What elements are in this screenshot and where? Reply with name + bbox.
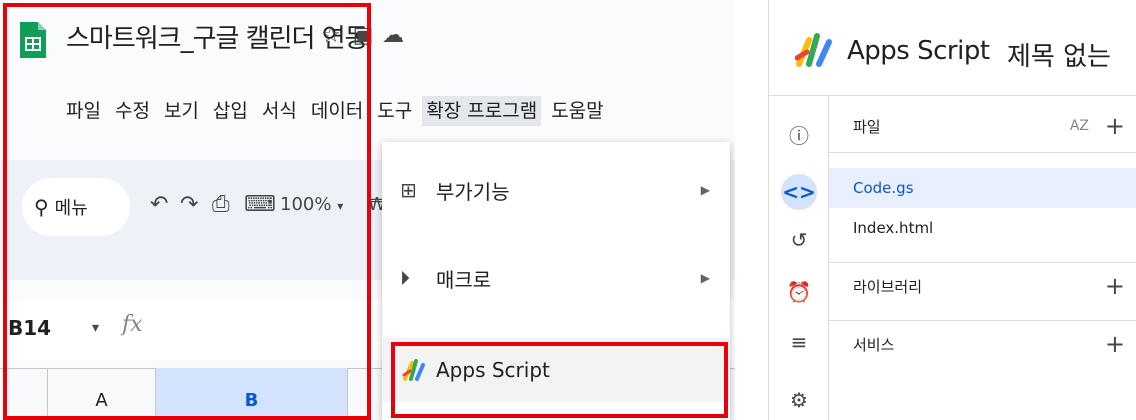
menu-search-button[interactable]: ⚲ 메뉴 (22, 178, 130, 236)
menu-extensions[interactable]: 확장 프로그램 (422, 96, 542, 126)
redo-icon[interactable]: ↷ (180, 192, 198, 217)
libraries-section: 라이브러리 + (829, 266, 1136, 306)
name-box-dropdown-icon[interactable]: ▾ (92, 320, 99, 336)
services-section: 서비스 + (829, 324, 1136, 364)
star-icon[interactable]: ☆ (318, 22, 344, 48)
menu-view[interactable]: 보기 (164, 96, 199, 126)
submenu-arrow-icon: ▶ (700, 271, 710, 285)
column-header-a[interactable]: A (48, 368, 156, 420)
apps-script-window: Apps Script 제목 없는 ⓘ <> ↺ ⏰ ≡ ⚙ 파일 AZ + C… (768, 0, 1136, 420)
services-label: 서비스 (853, 335, 895, 354)
menu-search-label: 메뉴 (54, 198, 88, 219)
add-file-icon[interactable]: + (1105, 112, 1125, 140)
column-header-b[interactable]: B (156, 368, 348, 420)
fx-icon: fx (122, 312, 143, 337)
menu-file[interactable]: 파일 (66, 96, 101, 126)
print-icon[interactable]: ⎙ (212, 192, 230, 217)
menu-bar: 파일 수정 보기 삽입 서식 데이터 도구 확장 프로그램 도움말 (66, 96, 618, 126)
menu-item-addons[interactable]: ⊞ 부가기능 ▶ (382, 158, 730, 222)
files-header: 파일 AZ + (829, 106, 1136, 146)
menu-item-macros-label: 매크로 (436, 267, 492, 292)
project-title[interactable]: 제목 없는 (1007, 36, 1111, 73)
menu-data[interactable]: 데이터 (311, 96, 363, 126)
chevron-down-icon: ▾ (337, 199, 344, 213)
menu-tools[interactable]: 도구 (377, 96, 412, 126)
history-icon[interactable]: ↺ (781, 222, 817, 258)
paint-format-icon[interactable]: ⌨ (244, 192, 276, 217)
add-library-icon[interactable]: + (1105, 272, 1125, 300)
divider (829, 262, 1136, 263)
name-box[interactable]: B14 (8, 316, 51, 340)
file-item-code-gs[interactable]: Code.gs (829, 168, 1136, 208)
menu-item-apps-script-label: Apps Script (436, 358, 550, 382)
menu-edit[interactable]: 수정 (115, 96, 150, 126)
search-icon: ⚲ (34, 195, 49, 219)
apps-script-icon (402, 359, 425, 381)
info-icon[interactable]: ⓘ (781, 116, 817, 152)
alarm-icon[interactable]: ⏰ (781, 274, 817, 310)
menu-item-apps-script[interactable]: Apps Script (382, 338, 730, 402)
menu-item-macros[interactable]: ⏵ 매크로 ▶ (382, 246, 730, 310)
sort-az-icon[interactable]: AZ (1070, 118, 1089, 134)
zoom-select[interactable]: 100% ▾ (280, 194, 343, 215)
files-header-label: 파일 (853, 117, 881, 136)
apps-script-logo-icon[interactable] (795, 32, 839, 68)
menu-insert[interactable]: 삽입 (213, 96, 248, 126)
run-list-icon[interactable]: ≡ (781, 324, 817, 360)
move-folder-icon[interactable]: ▣ (350, 22, 376, 48)
cloud-status-icon[interactable]: ☁ (380, 22, 406, 48)
file-item-index-html[interactable]: Index.html (829, 208, 1136, 248)
sheets-logo-icon[interactable] (18, 20, 48, 60)
apps-script-app-name: Apps Script (847, 36, 990, 66)
addon-icon: ⊞ (400, 178, 417, 202)
divider (829, 152, 1136, 153)
menu-format[interactable]: 서식 (262, 96, 297, 126)
select-all-corner[interactable] (0, 368, 48, 420)
zoom-value: 100% (280, 194, 332, 215)
macro-icon: ⏵ (400, 266, 410, 290)
menu-item-addons-label: 부가기능 (436, 179, 510, 204)
libraries-label: 라이브러리 (853, 277, 923, 296)
undo-icon[interactable]: ↶ (150, 192, 168, 217)
files-panel: 파일 AZ + Code.gs Index.html 라이브러리 + 서비스 + (829, 96, 1136, 420)
code-icon[interactable]: <> (781, 174, 817, 210)
gear-icon[interactable]: ⚙ (781, 382, 817, 418)
submenu-arrow-icon: ▶ (700, 183, 710, 197)
add-service-icon[interactable]: + (1105, 330, 1125, 358)
extensions-dropdown: ⊞ 부가기능 ▶ ⏵ 매크로 ▶ Apps Script (382, 142, 730, 420)
google-sheets-window: 스마트워크_구글 캘린더 연동 ☆ ▣ ☁ 파일 수정 보기 삽입 서식 데이터… (0, 0, 735, 420)
divider (829, 320, 1136, 321)
left-navigation-rail: ⓘ <> ↺ ⏰ ≡ ⚙ (769, 96, 829, 420)
menu-help[interactable]: 도움말 (551, 96, 603, 126)
